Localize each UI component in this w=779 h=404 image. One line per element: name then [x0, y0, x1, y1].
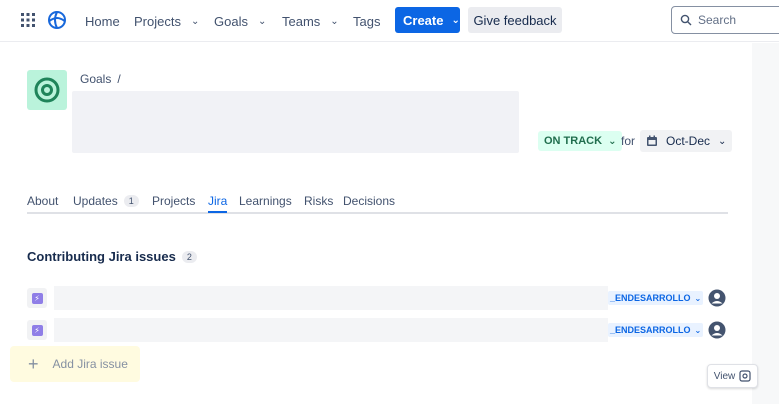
- tab-label: About: [27, 194, 59, 208]
- breadcrumb: Goals /: [80, 72, 121, 86]
- calendar-icon: [647, 135, 657, 146]
- view-button[interactable]: View: [707, 364, 758, 388]
- for-label: for: [621, 134, 636, 148]
- nav-tags-label: Tags: [353, 13, 381, 29]
- nav-teams-label: Teams: [282, 13, 321, 29]
- atlas-logo-icon[interactable]: [47, 10, 67, 30]
- section-heading: Contributing Jira issues 2: [27, 249, 197, 264]
- tab-label: Projects: [152, 194, 196, 208]
- view-button-label: View: [713, 370, 736, 382]
- nav-teams[interactable]: Teams ⌄: [282, 10, 339, 32]
- tab-jira[interactable]: Jira: [208, 194, 228, 213]
- issue-status-dropdown[interactable]: _ENDESARROLLO ⌄: [608, 291, 704, 305]
- create-button[interactable]: Create ⌄: [395, 7, 460, 33]
- story-icon: ⚡: [27, 288, 47, 308]
- nav-home-label: Home: [85, 13, 120, 29]
- eye-icon: [739, 370, 751, 382]
- nav-tags[interactable]: Tags: [353, 10, 380, 32]
- chevron-down-icon: ⌄: [694, 325, 702, 335]
- nav-projects[interactable]: Projects ⌄: [134, 10, 199, 32]
- chevron-down-icon: ⌄: [608, 135, 617, 147]
- search-input[interactable]: Search: [671, 6, 779, 34]
- tab-about[interactable]: About: [27, 194, 58, 213]
- tab-label: Learnings: [239, 194, 292, 208]
- chevron-down-icon: ⌄: [257, 15, 267, 27]
- nav-goals-label: Goals: [214, 13, 248, 29]
- chevron-down-icon: ⌄: [330, 15, 339, 27]
- story-icon: ⚡: [27, 320, 47, 340]
- tab-updates[interactable]: Updates 1: [73, 194, 139, 213]
- target-period-label: Oct-Dec: [666, 134, 711, 148]
- nav-home[interactable]: Home: [85, 10, 120, 32]
- add-jira-issue-label: Add Jira issue: [52, 357, 128, 371]
- tab-label: Jira: [208, 194, 228, 208]
- user-avatar-icon[interactable]: [708, 321, 726, 339]
- user-avatar-icon[interactable]: [708, 289, 726, 307]
- tab-risks[interactable]: Risks: [304, 194, 333, 213]
- issue-summary-placeholder[interactable]: [54, 286, 608, 310]
- tab-label: Risks: [304, 194, 334, 208]
- tab-projects[interactable]: Projects: [152, 194, 195, 213]
- section-count-badge: 2: [181, 251, 197, 263]
- issue-summary-placeholder[interactable]: [54, 318, 608, 342]
- add-jira-issue-button[interactable]: + Add Jira issue: [10, 346, 140, 382]
- chevron-down-icon: ⌄: [718, 135, 727, 147]
- app-switcher-icon[interactable]: [21, 13, 35, 27]
- target-period-button[interactable]: Oct-Dec ⌄: [640, 130, 733, 152]
- give-feedback-label: Give feedback: [473, 12, 557, 28]
- search-icon: [680, 14, 692, 26]
- tab-label: Updates: [73, 194, 118, 208]
- goal-tabs: About Updates 1 Projects Jira Learnings R…: [27, 193, 728, 214]
- jira-issue-row[interactable]: ⚡ _ENDESARROLLO ⌄: [27, 286, 728, 310]
- jira-issue-row[interactable]: ⚡ _ENDESARROLLO ⌄: [27, 318, 728, 342]
- status-label: ON TRACK: [544, 135, 603, 147]
- section-title: Contributing Jira issues: [27, 249, 176, 264]
- nav-projects-label: Projects: [134, 13, 181, 29]
- breadcrumb-separator: /: [117, 72, 121, 86]
- breadcrumb-goals-link[interactable]: Goals: [80, 72, 111, 86]
- page-scrollbar[interactable]: [752, 43, 779, 404]
- chevron-down-icon: ⌄: [451, 14, 460, 26]
- search-placeholder: Search: [698, 13, 737, 27]
- tab-learnings[interactable]: Learnings: [239, 194, 292, 213]
- plus-icon: +: [28, 353, 39, 374]
- chevron-down-icon: ⌄: [694, 293, 702, 303]
- issue-status-label: _ENDESARROLLO: [610, 325, 691, 335]
- issue-status-label: _ENDESARROLLO: [610, 293, 691, 303]
- nav-goals[interactable]: Goals ⌄: [214, 10, 266, 32]
- goal-status-lozenge[interactable]: ON TRACK ⌄: [538, 131, 623, 151]
- tab-decisions[interactable]: Decisions: [343, 194, 395, 213]
- give-feedback-button[interactable]: Give feedback: [468, 7, 562, 33]
- goal-target-icon: [27, 70, 67, 110]
- create-button-label: Create: [403, 12, 444, 28]
- tab-count-badge: 1: [123, 195, 139, 207]
- tab-label: Decisions: [343, 194, 396, 208]
- goal-title-placeholder: [72, 91, 519, 153]
- top-navigation: Home Projects ⌄ Goals ⌄ Teams ⌄ Tags Cre…: [0, 0, 779, 42]
- issue-status-dropdown[interactable]: _ENDESARROLLO ⌄: [608, 323, 704, 337]
- chevron-down-icon: ⌄: [190, 15, 200, 27]
